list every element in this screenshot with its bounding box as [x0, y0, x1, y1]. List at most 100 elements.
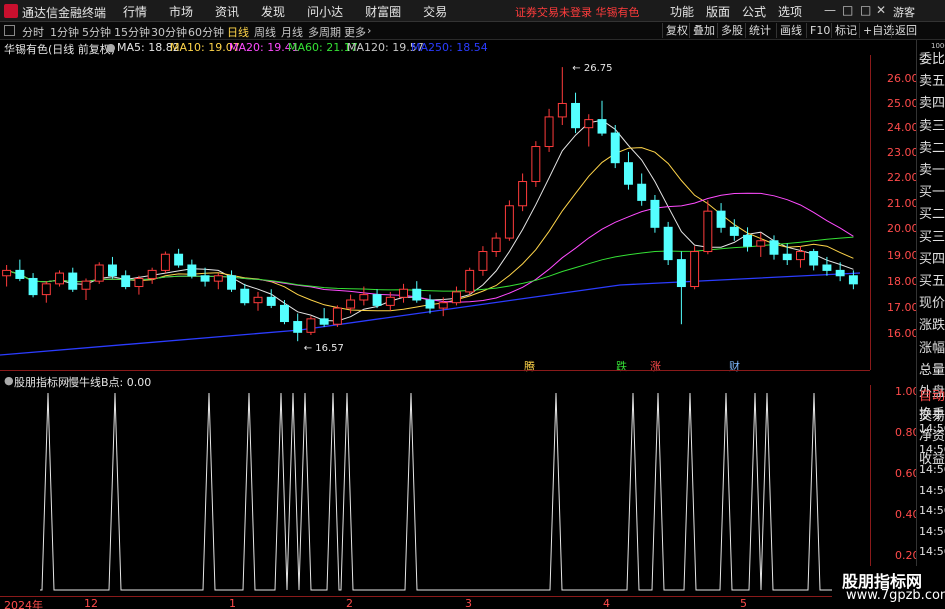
price-tick: 26.00 — [887, 72, 919, 85]
settings-dot-icon[interactable]: ● — [106, 41, 116, 54]
tab-5min[interactable]: 5分钟 — [82, 24, 111, 40]
candle — [465, 267, 475, 295]
price-tick: 21.00 — [887, 197, 919, 210]
price-tick: 24.00 — [887, 121, 919, 134]
menu-item-trade[interactable]: 交易 — [412, 3, 458, 20]
side-panel-item[interactable]: 卖四 — [919, 92, 945, 111]
candle — [438, 297, 448, 317]
candle — [478, 246, 488, 276]
candle — [597, 100, 607, 136]
side-panel-item[interactable]: 自动 — [919, 385, 945, 404]
candle — [346, 294, 356, 314]
menu-item-function[interactable]: 功能 — [664, 3, 700, 20]
side-panel-item[interactable]: 卖一 — [919, 159, 945, 178]
candle — [504, 200, 514, 241]
candle — [491, 232, 501, 257]
stats-button[interactable]: 统计 — [745, 23, 774, 38]
candle — [571, 92, 581, 134]
candle — [822, 256, 832, 276]
menu-item-options[interactable]: 选项 — [772, 3, 808, 20]
candle — [451, 286, 461, 306]
menu-item-quotes[interactable]: 行情 — [112, 3, 158, 20]
menu-item-wealth[interactable]: 财富圈 — [354, 3, 412, 20]
candle — [253, 291, 263, 311]
candle — [412, 281, 422, 303]
menu-item-ask[interactable]: 问小达 — [296, 3, 354, 20]
candle — [213, 273, 223, 290]
side-panel-item[interactable]: 总量 — [919, 359, 945, 378]
f10-button[interactable]: F10 — [806, 23, 833, 38]
tab-multi-period[interactable]: 多周期 — [308, 24, 341, 40]
candle — [28, 273, 38, 298]
menu-item-market[interactable]: 市场 — [158, 3, 204, 20]
side-panel-item[interactable]: 买四 — [919, 248, 945, 267]
tab-60min[interactable]: 60分钟 — [188, 24, 224, 40]
tab-timeshare[interactable]: 分时 — [22, 24, 44, 40]
side-panel-item[interactable]: 涨幅 — [919, 337, 945, 356]
signal-chart[interactable] — [0, 385, 870, 596]
multi-stock-button[interactable]: 多股 — [717, 23, 746, 38]
candle — [187, 259, 197, 279]
candle — [332, 305, 342, 327]
side-panel-item[interactable]: 14:56 — [919, 422, 945, 435]
time-label: 1 — [229, 597, 236, 609]
adjust-button[interactable]: 复权 — [662, 23, 691, 38]
menu-item-layout[interactable]: 版面 — [700, 3, 736, 20]
minimize-icon[interactable]: — — [824, 3, 836, 17]
side-panel-item[interactable]: 买二 — [919, 203, 945, 222]
side-panel-item[interactable]: 14:56 — [919, 484, 945, 497]
title-bar: 通达信金融终端 行情 市场 资讯 发现 问小达 财富圈 交易 证券交易未登录 华… — [0, 0, 945, 22]
side-panel-item[interactable]: 现价 — [919, 292, 945, 311]
tab-30min[interactable]: 30分钟 — [151, 24, 187, 40]
tab-15min[interactable]: 15分钟 — [114, 24, 150, 40]
side-panel-item[interactable]: 涨跌 — [919, 314, 945, 333]
draw-line-button[interactable]: 画线 — [776, 23, 805, 38]
ma-line — [6, 192, 854, 303]
menu-item-news[interactable]: 资讯 — [204, 3, 250, 20]
chevron-right-icon[interactable]: › — [367, 24, 371, 37]
side-panel-item[interactable]: 买三 — [919, 226, 945, 245]
tab-weekly[interactable]: 周线 — [254, 24, 276, 40]
side-panel-item[interactable]: 卖三 — [919, 115, 945, 134]
candle — [174, 248, 184, 268]
candle — [2, 265, 12, 287]
overlay-button[interactable]: 叠加 — [689, 23, 718, 38]
close-icon[interactable]: ✕ — [876, 3, 886, 17]
candle — [518, 173, 528, 212]
side-panel-item[interactable]: 卖二 — [919, 137, 945, 156]
ma-legend: 华锡有色(日线 前复权) ● MA5: 18.82 MA10: 19.07 MA… — [0, 40, 870, 56]
candlestick-chart[interactable]: ← 26.75 ← 16.57 — [0, 55, 870, 370]
tab-monthly[interactable]: 月线 — [281, 24, 303, 40]
side-panel-item[interactable]: 14:56 — [919, 525, 945, 538]
candle — [121, 270, 131, 290]
restore-icon[interactable]: □ — [842, 3, 853, 17]
side-panel-item[interactable]: 卖五 — [919, 70, 945, 89]
side-panel-item[interactable]: 买一 — [919, 181, 945, 200]
side-panel-item[interactable]: 14:56 — [919, 545, 945, 558]
ma-line — [6, 147, 854, 312]
layout-toggle-icon[interactable] — [4, 25, 15, 36]
side-panel-item[interactable]: 14:56 — [919, 463, 945, 476]
menu-item-formula[interactable]: 公式 — [736, 3, 772, 20]
tab-more[interactable]: 更多 — [344, 24, 366, 40]
candle — [107, 256, 117, 279]
price-tick: 25.00 — [887, 97, 919, 110]
candle — [293, 313, 303, 342]
candle — [663, 221, 673, 265]
candle — [134, 275, 144, 295]
candle — [584, 114, 594, 147]
menu-item-discover[interactable]: 发现 — [250, 3, 296, 20]
side-panel-item[interactable]: 14:56 — [919, 504, 945, 517]
guest-label[interactable]: 游客 — [893, 4, 915, 20]
candle — [703, 200, 713, 255]
tab-daily[interactable]: 日线 — [227, 24, 249, 40]
trade-login-notice[interactable]: 证券交易未登录 华锡有色 — [515, 4, 640, 20]
maximize-icon[interactable]: □ — [860, 3, 871, 17]
candle — [716, 203, 726, 233]
side-panel-item[interactable]: 14:56 — [919, 443, 945, 456]
back-button[interactable]: 返回 — [891, 23, 920, 38]
tab-1min[interactable]: 1分钟 — [50, 24, 79, 40]
side-panel-item[interactable]: 委比 — [919, 48, 945, 67]
side-panel-item[interactable]: 买五 — [919, 270, 945, 289]
mark-button[interactable]: 标记 — [831, 23, 860, 38]
